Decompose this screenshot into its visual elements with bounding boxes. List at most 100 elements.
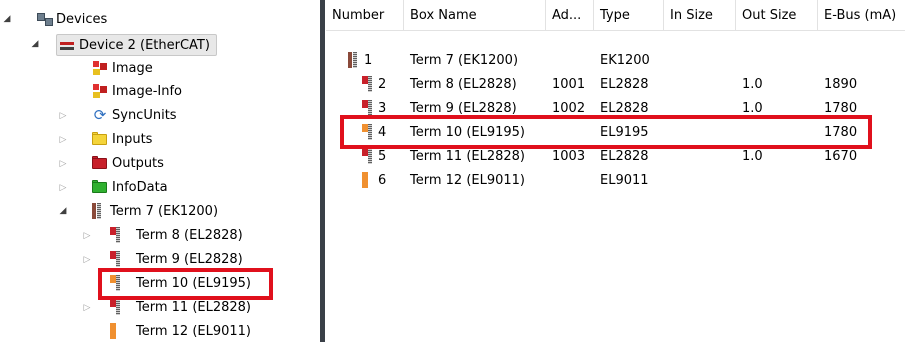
- tree-node-label: Term 7 (EK1200): [110, 203, 219, 219]
- coupler-terminal-icon: [348, 52, 358, 68]
- tree-node-label: Outputs: [112, 155, 164, 171]
- table-row[interactable]: 4 Term 10 (EL9195) EL9195 1780: [326, 120, 905, 144]
- table-row[interactable]: 5 Term 11 (EL2828) 1003 EL2828 1.0 1670: [326, 144, 905, 168]
- address-cell: [546, 168, 594, 192]
- box-name-cell: Term 8 (EL2828): [410, 76, 517, 92]
- out-size-cell: 1.0: [742, 148, 763, 164]
- col-header-box-name[interactable]: Box Name: [404, 0, 546, 30]
- tree-node-term-12[interactable]: Term 12 (EL9011): [110, 320, 251, 342]
- infodata-expander[interactable]: ▷: [58, 177, 68, 199]
- type-cell: EL9011: [600, 172, 649, 188]
- row-number-cell: 1: [340, 48, 404, 72]
- table-row[interactable]: 6 Term 12 (EL9011) EL9011: [326, 168, 905, 192]
- col-header-number[interactable]: Number: [326, 0, 404, 30]
- address-cell: 1001: [552, 76, 586, 92]
- tree-node-label: Term 9 (EL2828): [136, 251, 243, 267]
- tree-node-label: Term 11 (EL2828): [136, 299, 252, 315]
- digital-output-terminal-icon: [362, 148, 372, 164]
- devices-expander[interactable]: ◢: [2, 8, 12, 30]
- address-cell: [546, 48, 594, 72]
- table-row[interactable]: 2 Term 8 (EL2828) 1001 EL2828 1.0 1890: [326, 72, 905, 96]
- digital-output-terminal-icon: [362, 76, 372, 92]
- digital-output-terminal-icon: [110, 227, 120, 243]
- tree-node-device-2[interactable]: Device 2 (EtherCAT): [56, 34, 217, 56]
- inputs-expander[interactable]: ▷: [58, 129, 68, 151]
- row-number: 3: [378, 100, 387, 116]
- row-number: 5: [378, 148, 387, 164]
- term8-expander[interactable]: ▷: [82, 225, 92, 247]
- pane-splitter[interactable]: [320, 0, 325, 342]
- type-cell: EL9195: [600, 124, 649, 140]
- tree-node-term-7[interactable]: Term 7 (EK1200): [92, 200, 218, 222]
- row-number-cell: 5: [354, 144, 404, 168]
- type-cell: EL2828: [600, 76, 649, 92]
- out-size-cell: [736, 120, 818, 144]
- digital-output-terminal-icon: [110, 299, 120, 315]
- tree-node-outputs[interactable]: Outputs: [92, 152, 164, 174]
- tree-node-label: Inputs: [112, 131, 153, 147]
- term11-expander[interactable]: ▷: [82, 297, 92, 319]
- box-name-cell: Term 11 (EL2828): [410, 148, 526, 164]
- table-row[interactable]: 1 Term 7 (EK1200) EK1200: [326, 48, 905, 72]
- tree-node-term-11[interactable]: Term 11 (EL2828): [110, 296, 251, 318]
- col-header-address[interactable]: Ad...: [546, 0, 594, 30]
- box-name-cell: Term 7 (EK1200): [410, 52, 519, 68]
- tree-node-term-9[interactable]: Term 9 (EL2828): [110, 248, 243, 270]
- address-cell: 1003: [552, 148, 586, 164]
- solution-tree[interactable]: ◢ Devices ◢ Device 2 (EtherCAT) Image Im…: [0, 0, 318, 342]
- tree-node-term-10[interactable]: Term 10 (EL9195): [110, 272, 252, 294]
- tree-node-label: Image-Info: [112, 83, 183, 99]
- row-number: 4: [378, 124, 387, 140]
- row-number-cell: 4: [354, 120, 404, 144]
- term9-expander[interactable]: ▷: [82, 249, 92, 271]
- inputs-folder-icon: [92, 131, 108, 147]
- row-number: 1: [364, 52, 373, 68]
- col-header-out-size[interactable]: Out Size: [736, 0, 818, 30]
- col-header-ebus[interactable]: E-Bus (mA): [818, 0, 905, 30]
- box-name-cell: Term 10 (EL9195): [410, 124, 526, 140]
- tree-node-label: Term 10 (EL9195): [136, 275, 252, 291]
- row-number-cell: 2: [354, 72, 404, 96]
- col-header-type[interactable]: Type: [594, 0, 664, 30]
- row-number-cell: 3: [354, 96, 404, 120]
- out-size-cell: 1.0: [742, 76, 763, 92]
- tree-node-label: Devices: [56, 11, 108, 27]
- tree-node-syncunits[interactable]: ⟳ SyncUnits: [92, 104, 177, 126]
- row-number: 6: [378, 172, 387, 188]
- tree-node-label: Device 2 (EtherCAT): [79, 37, 210, 53]
- end-cap-terminal-icon: [110, 323, 120, 339]
- type-cell: EK1200: [600, 52, 650, 68]
- digital-output-terminal-icon: [362, 100, 372, 116]
- col-header-in-size[interactable]: In Size: [664, 0, 736, 30]
- row-number-cell: 6: [354, 168, 404, 192]
- devices-icon: [36, 11, 53, 27]
- end-cap-terminal-icon: [362, 172, 372, 188]
- tree-node-devices[interactable]: Devices: [36, 8, 107, 30]
- ebus-cell: [818, 168, 905, 192]
- box-name-cell: Term 12 (EL9011): [410, 172, 526, 188]
- image-icon: [92, 60, 108, 76]
- address-cell: [546, 120, 594, 144]
- address-cell: 1002: [552, 100, 586, 116]
- outputs-expander[interactable]: ▷: [58, 153, 68, 175]
- table-row[interactable]: 3 Term 9 (EL2828) 1002 EL2828 1.0 1780: [326, 96, 905, 120]
- ethercat-device-icon: [59, 37, 75, 53]
- tree-node-inputs[interactable]: Inputs: [92, 128, 152, 150]
- tree-node-infodata[interactable]: InfoData: [92, 176, 168, 198]
- tree-node-label: InfoData: [112, 179, 168, 195]
- ebus-cell: 1890: [824, 76, 858, 92]
- tree-node-term-8[interactable]: Term 8 (EL2828): [110, 224, 243, 246]
- sync-icon: ⟳: [93, 106, 107, 124]
- tree-node-image-info[interactable]: Image-Info: [92, 80, 182, 102]
- syncunits-expander[interactable]: ▷: [58, 105, 68, 127]
- device-expander[interactable]: ◢: [30, 33, 40, 55]
- term7-expander[interactable]: ◢: [58, 200, 68, 222]
- ebus-cell: [818, 48, 905, 72]
- tree-node-image[interactable]: Image: [92, 57, 153, 79]
- box-list-grid[interactable]: Number Box Name Ad... Type In Size Out S…: [326, 0, 905, 342]
- type-cell: EL2828: [600, 100, 649, 116]
- row-number: 2: [378, 76, 387, 92]
- type-cell: EL2828: [600, 148, 649, 164]
- image-info-icon: [92, 83, 108, 99]
- out-size-cell: [736, 168, 818, 192]
